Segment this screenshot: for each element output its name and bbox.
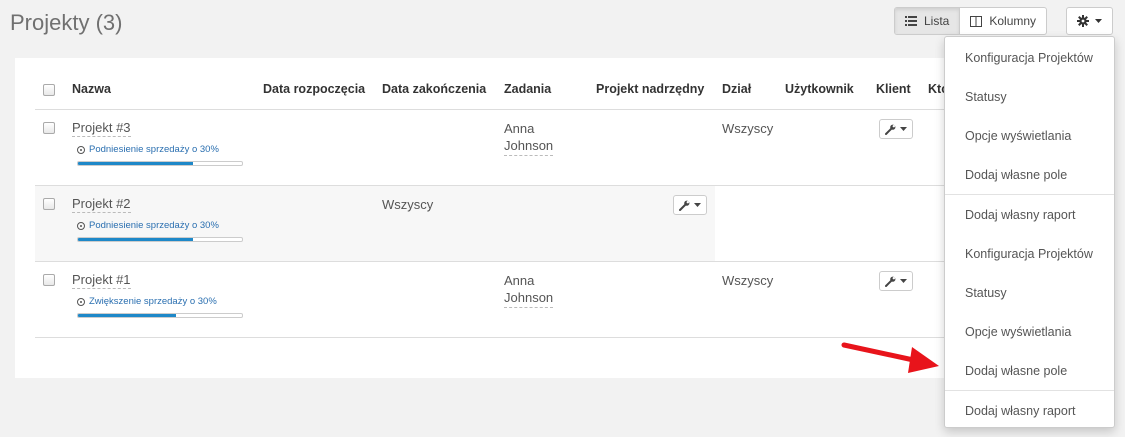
- row-actions-button[interactable]: [879, 271, 913, 291]
- wrench-icon: [885, 276, 896, 287]
- select-all-checkbox[interactable]: [43, 84, 55, 96]
- columns-view-label: Kolumny: [989, 14, 1037, 28]
- columns-icon: [970, 15, 983, 27]
- column-header-department[interactable]: Dział: [722, 82, 751, 96]
- column-header-name[interactable]: Nazwa: [72, 82, 111, 96]
- project-goal-link[interactable]: Podniesienie sprzedaży o 30%: [77, 220, 219, 231]
- progress-bar: [77, 313, 243, 318]
- task-assignee-last: Johnson: [504, 138, 554, 153]
- progress-fill: [78, 314, 177, 317]
- columns-view-button[interactable]: Kolumny: [960, 8, 1046, 34]
- project-department: Wszyscy: [722, 121, 774, 136]
- project-goal-link[interactable]: Zwiększenie sprzedaży o 30%: [77, 296, 217, 307]
- menu-item-add-custom-field[interactable]: Dodaj własne pole: [945, 168, 1114, 182]
- project-end-date: Wszyscy: [382, 197, 434, 212]
- project-goal-label: Podniesienie sprzedaży o 30%: [89, 144, 219, 155]
- table-header: Nazwa Data rozpoczęcia Data zakończenia …: [35, 58, 955, 110]
- row-actions-button[interactable]: [673, 195, 707, 215]
- gear-icon: [1077, 15, 1089, 27]
- row-checkbox[interactable]: [43, 274, 55, 286]
- target-icon: [77, 145, 85, 154]
- project-name-link[interactable]: Projekt #2: [72, 196, 131, 213]
- column-header-client[interactable]: Klient: [876, 82, 911, 96]
- project-tasks[interactable]: Anna Johnson: [504, 272, 554, 308]
- settings-button[interactable]: [1066, 7, 1113, 35]
- project-goal-link[interactable]: Podniesienie sprzedaży o 30%: [77, 144, 219, 155]
- caret-down-icon: [900, 127, 907, 131]
- menu-item-statuses[interactable]: Statusy: [945, 90, 1114, 104]
- menu-divider: [945, 194, 1114, 195]
- progress-bar: [77, 161, 243, 166]
- project-tasks[interactable]: Anna Johnson: [504, 120, 554, 156]
- menu-item-add-custom-report[interactable]: Dodaj własny raport: [945, 404, 1114, 418]
- red-arrow-icon: [841, 342, 939, 373]
- row-checkbox[interactable]: [43, 122, 55, 134]
- table-row: Projekt #1 Zwiększenie sprzedaży o 30% A…: [35, 262, 955, 338]
- menu-item-project-configuration[interactable]: Konfiguracja Projektów: [945, 247, 1114, 261]
- menu-divider: [945, 390, 1114, 391]
- column-header-tasks[interactable]: Zadania: [504, 82, 551, 96]
- row-actions-button[interactable]: [879, 119, 913, 139]
- project-department: Wszyscy: [722, 273, 774, 288]
- row-checkbox[interactable]: [43, 198, 55, 210]
- target-icon: [77, 221, 85, 230]
- menu-item-project-configuration[interactable]: Konfiguracja Projektów: [945, 51, 1114, 65]
- column-header-user[interactable]: Użytkownik: [785, 82, 854, 96]
- progress-fill: [78, 238, 193, 241]
- menu-item-display-options[interactable]: Opcje wyświetlania: [945, 325, 1114, 339]
- progress-bar: [77, 237, 243, 242]
- menu-item-add-custom-field[interactable]: Dodaj własne pole: [945, 364, 1114, 378]
- caret-down-icon: [900, 279, 907, 283]
- menu-item-statuses[interactable]: Statusy: [945, 286, 1114, 300]
- list-view-button[interactable]: Lista: [895, 8, 961, 34]
- list-icon: [905, 16, 917, 26]
- projects-table: Nazwa Data rozpoczęcia Data zakończenia …: [15, 58, 955, 378]
- wrench-icon: [885, 124, 896, 135]
- target-icon: [77, 297, 85, 306]
- project-name-link[interactable]: Projekt #1: [72, 272, 131, 289]
- project-goal-label: Podniesienie sprzedaży o 30%: [89, 220, 219, 231]
- table-row: Projekt #2 Podniesienie sprzedaży o 30% …: [35, 186, 955, 262]
- menu-item-add-custom-report[interactable]: Dodaj własny raport: [945, 208, 1114, 222]
- column-header-parent-project[interactable]: Projekt nadrzędny: [596, 82, 704, 96]
- view-toggle: Lista Kolumny: [894, 7, 1048, 35]
- task-assignee-first: Anna: [504, 273, 535, 288]
- table-row: Projekt #3 Podniesienie sprzedaży o 30% …: [35, 110, 955, 186]
- progress-fill: [78, 162, 193, 165]
- project-name-link[interactable]: Projekt #3: [72, 120, 131, 137]
- task-assignee-last: Johnson: [504, 290, 554, 305]
- page-title: Projekty (3): [10, 10, 123, 35]
- menu-item-display-options[interactable]: Opcje wyświetlania: [945, 129, 1114, 143]
- wrench-icon: [679, 200, 690, 211]
- list-view-label: Lista: [924, 14, 950, 28]
- project-goal-label: Zwiększenie sprzedaży o 30%: [89, 296, 217, 307]
- column-header-end-date[interactable]: Data zakończenia: [382, 82, 486, 96]
- task-assignee-first: Anna: [504, 121, 535, 136]
- caret-down-icon: [694, 203, 701, 207]
- column-header-start-date[interactable]: Data rozpoczęcia: [263, 82, 365, 96]
- settings-dropdown-menu: Konfiguracja Projektów Statusy Opcje wyś…: [944, 36, 1115, 428]
- caret-down-icon: [1095, 19, 1102, 23]
